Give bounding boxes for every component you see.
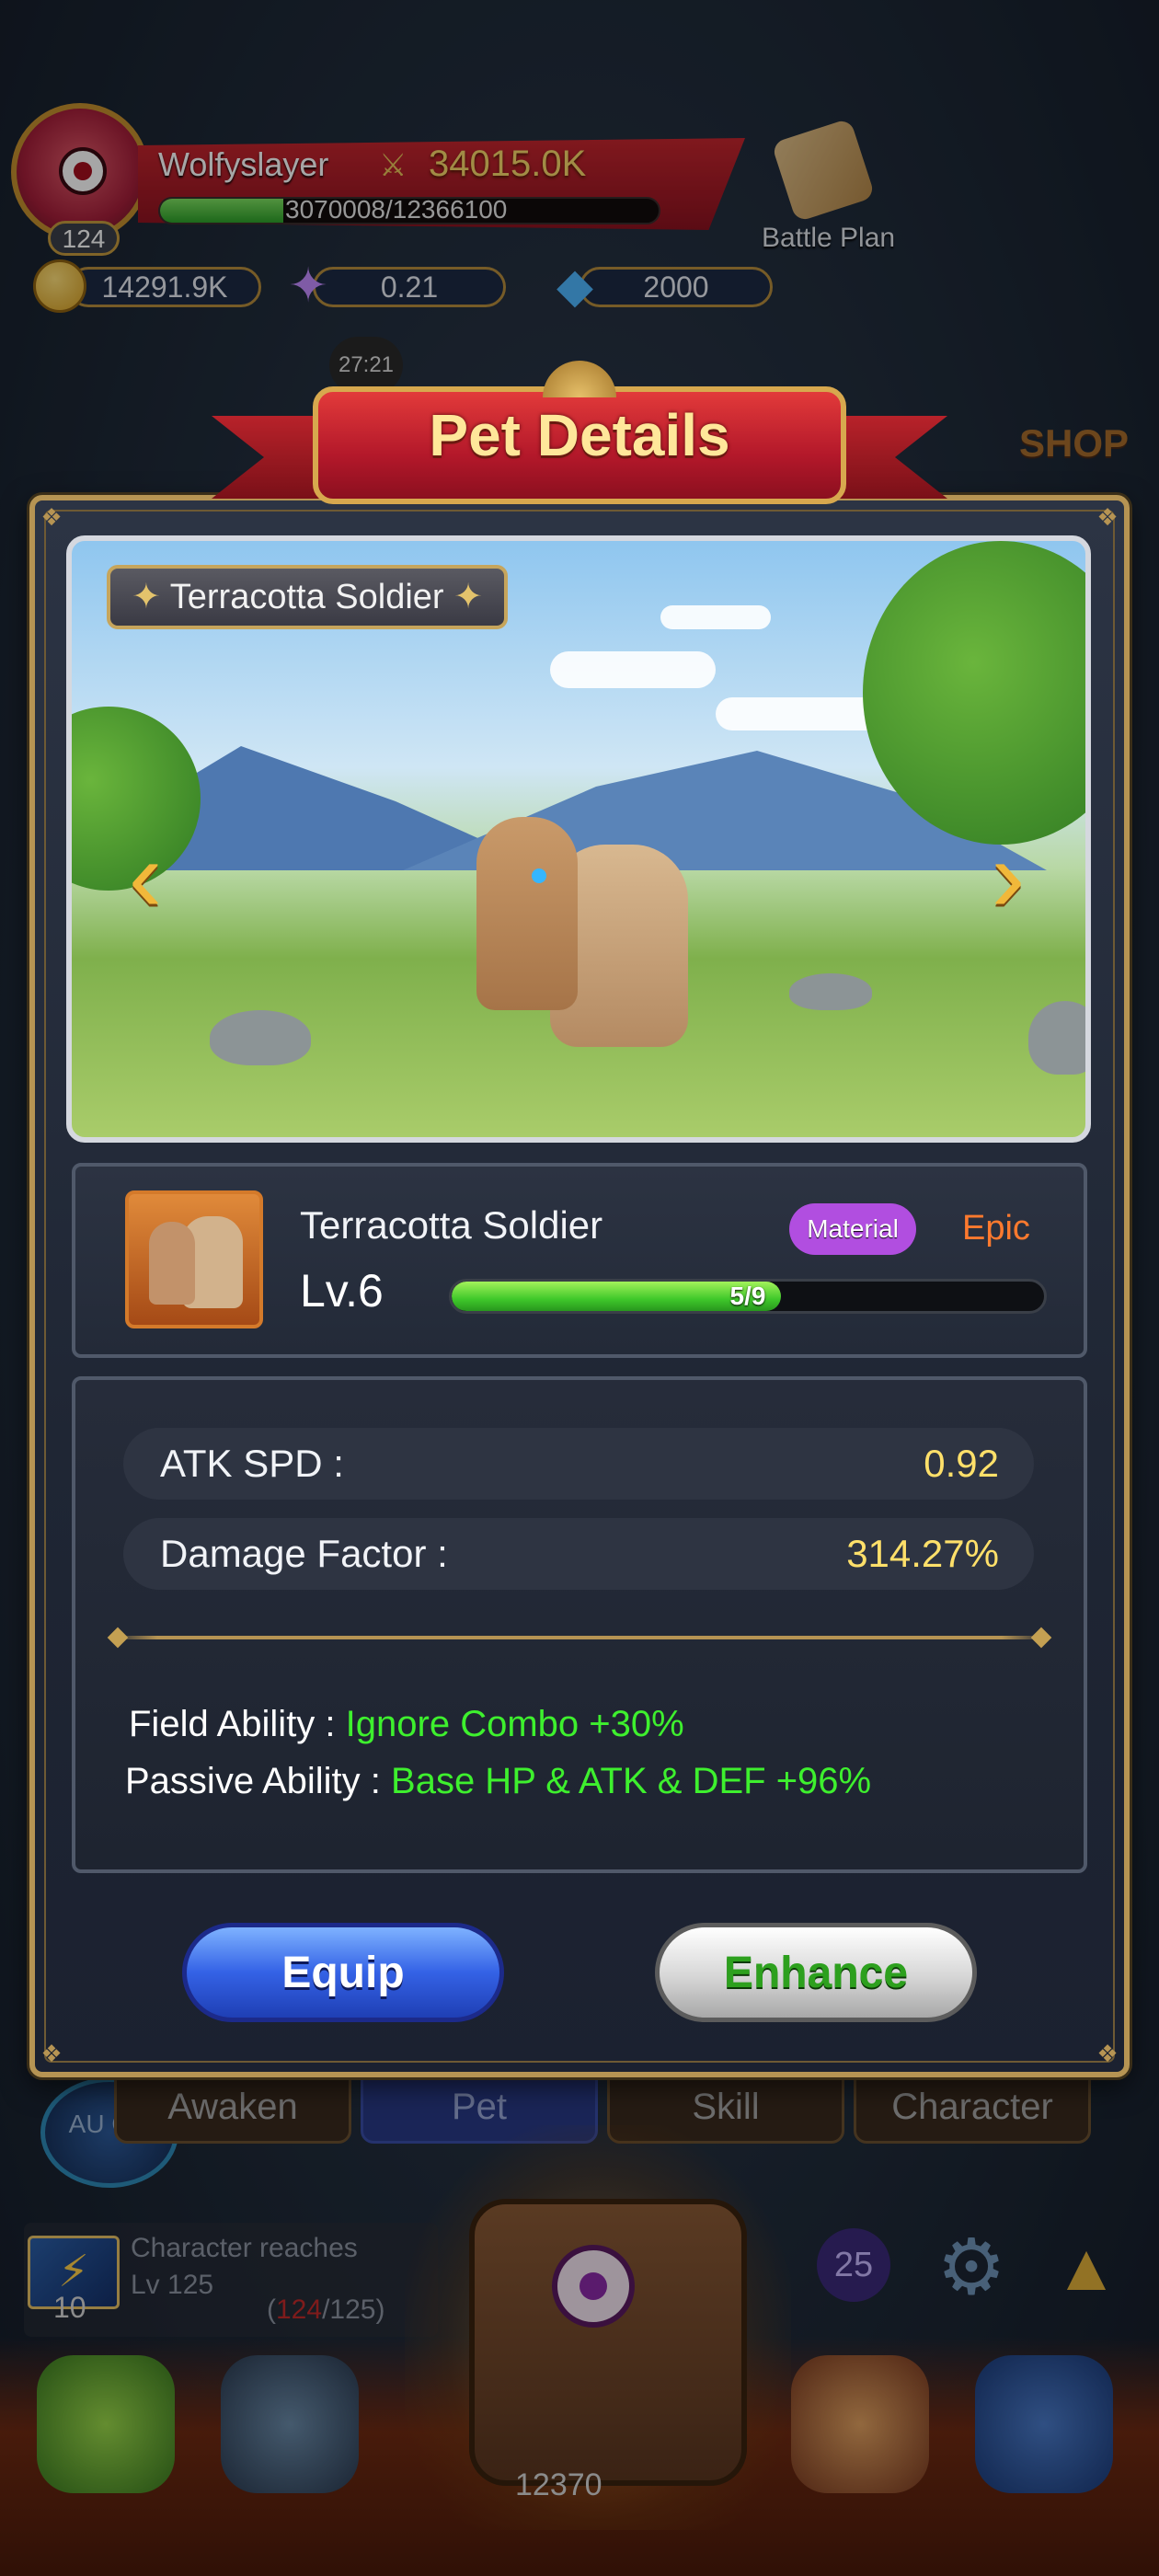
cloud <box>550 651 716 688</box>
field-ability: Field Ability : Ignore Combo +30% <box>129 1704 684 1745</box>
stats-divider <box>107 1627 1052 1649</box>
stat-value: 314.27% <box>846 1532 999 1575</box>
sparkle-icon: ✦ <box>443 578 483 616</box>
prev-pet-arrow-icon[interactable]: ‹ <box>118 826 173 927</box>
stat-label: Damage Factor : <box>160 1532 448 1575</box>
cloud <box>660 605 771 629</box>
passive-ability: Passive Ability : Base HP & ATK & DEF +9… <box>125 1761 871 1802</box>
corner-ornament-icon: ❖ <box>40 503 63 531</box>
material-badge: Material <box>789 1203 916 1255</box>
pet-portrait-icon <box>125 1190 263 1328</box>
popup-title: Pet Details <box>429 402 730 468</box>
scene-name-tag: ✦ Terracotta Soldier ✦ <box>107 565 508 629</box>
pet-name: Terracotta Soldier <box>300 1203 603 1247</box>
field-ability-label: Field Ability : <box>129 1704 336 1744</box>
mini-soldier <box>149 1222 195 1305</box>
crest-ornament-icon <box>543 361 616 397</box>
next-pet-arrow-icon[interactable]: › <box>981 826 1036 927</box>
stat-row-damage-factor: Damage Factor : 314.27% <box>123 1518 1034 1590</box>
rock <box>210 1010 311 1065</box>
corner-ornament-icon: ❖ <box>1096 2040 1119 2067</box>
corner-ornament-icon: ❖ <box>1096 503 1119 531</box>
level-progress-text: 5/9 <box>729 1282 766 1310</box>
rock <box>789 973 872 1010</box>
corner-ornament-icon: ❖ <box>40 2040 63 2067</box>
pet-character <box>476 817 697 1075</box>
field-ability-value: Ignore Combo +30% <box>345 1704 684 1744</box>
rock <box>1028 1001 1085 1075</box>
scene-name-text: Terracotta Soldier <box>169 578 444 616</box>
stat-row-atk-spd: ATK SPD : 0.92 <box>123 1428 1034 1500</box>
stat-label: ATK SPD : <box>160 1442 344 1485</box>
helmet-gem <box>532 868 546 883</box>
passive-ability-value: Base HP & ATK & DEF +96% <box>391 1761 872 1801</box>
stat-value: 0.92 <box>924 1442 999 1485</box>
rarity-label: Epic <box>962 1209 1030 1248</box>
pet-level: Lv.6 <box>300 1265 384 1317</box>
title-banner: Pet Details <box>212 361 947 519</box>
enhance-button[interactable]: Enhance <box>655 1923 977 2022</box>
passive-ability-label: Passive Ability : <box>125 1761 381 1801</box>
sparkle-icon: ✦ <box>132 578 170 616</box>
soldier-figure <box>476 817 578 1010</box>
equip-button[interactable]: Equip <box>182 1923 504 2022</box>
